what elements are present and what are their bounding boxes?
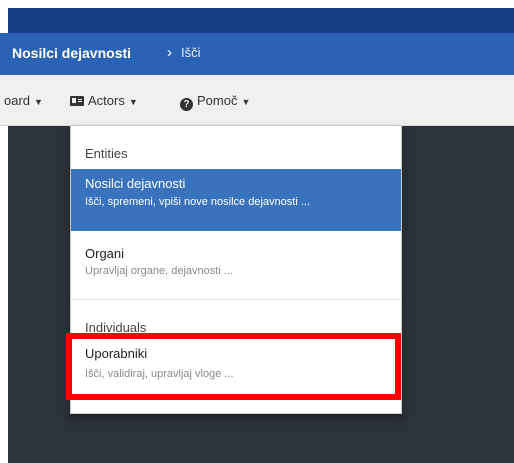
- dropdown-item-organi[interactable]: Organi Upravljaj organe, dejavnosti ...: [71, 242, 401, 282]
- question-circle-icon: ?: [180, 98, 193, 111]
- menu-bar: oard ▼ Actors ▼ ? Pomoč ▼: [0, 75, 514, 126]
- caret-down-icon: ▼: [128, 97, 138, 107]
- actors-menu-label: Actors: [88, 93, 125, 108]
- dashboard-menu-label: oard: [4, 93, 31, 108]
- dropdown-item-description: Išči, spremeni, vpiši nove nosilce dejav…: [85, 196, 310, 208]
- id-card-icon: [70, 96, 84, 106]
- breadcrumb-main[interactable]: Nosilci dejavnosti: [12, 45, 131, 61]
- dashboard-menu[interactable]: oard ▼: [4, 93, 43, 108]
- help-menu[interactable]: ? Pomoč ▼: [180, 93, 250, 111]
- breadcrumb-current: Išči: [181, 45, 201, 60]
- caret-down-icon: ▼: [241, 97, 251, 107]
- dropdown-item-title: Nosilci dejavnosti: [85, 176, 186, 191]
- dropdown-divider: [71, 299, 401, 300]
- dropdown-item-description: Upravljaj organe, dejavnosti ...: [85, 265, 233, 277]
- dropdown-header-entities: Entities: [85, 146, 128, 161]
- help-menu-label: Pomoč: [197, 93, 238, 108]
- actors-menu[interactable]: Actors ▼: [70, 93, 138, 108]
- caret-down-icon: ▼: [34, 97, 43, 107]
- dropdown-item-title: Organi: [85, 246, 125, 261]
- highlight-box: [66, 333, 401, 400]
- dropdown-item-nosilci-dejavnosti[interactable]: Nosilci dejavnosti Išči, spremeni, vpiši…: [71, 169, 401, 231]
- top-bar: [8, 8, 514, 33]
- breadcrumb-separator-icon: ›: [167, 44, 172, 61]
- breadcrumb: Nosilci dejavnosti › Išči: [0, 33, 514, 75]
